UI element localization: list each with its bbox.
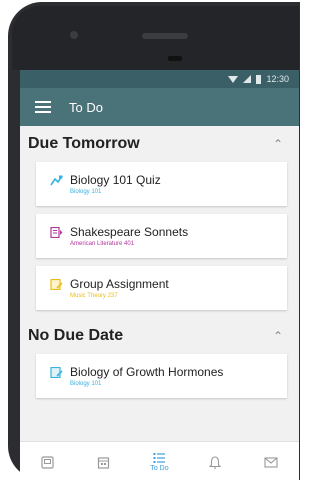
nav-dashboard[interactable] [20,455,76,469]
todo-item-title: Biology of Growth Hormones [70,365,224,379]
status-time: 12:30 [266,74,289,84]
todo-list-icon [153,453,165,463]
section-header[interactable]: Due Tomorrow ⌃ [28,126,287,162]
reading-icon [50,227,63,238]
todo-item-title: Group Assignment [70,277,169,291]
hamburger-menu-icon[interactable] [35,101,51,113]
section-title: No Due Date [28,327,124,344]
nav-calendar[interactable] [76,456,132,469]
bottom-navigation: To Do [20,441,299,482]
front-camera [70,31,78,39]
signal-icon [243,75,252,83]
earpiece [142,33,188,39]
todo-item-title: Shakespeare Sonnets [70,225,189,239]
status-bar: 12:30 [20,70,299,88]
nav-todo[interactable]: To Do [132,452,188,472]
todo-item[interactable]: Biology of Growth Hormones Biology 101 [36,354,287,398]
todo-item-course: Biology 101 [70,189,102,195]
todo-item-course: American Literature 401 [70,241,135,247]
app-bar-title: To Do [69,99,103,115]
quiz-icon [50,175,63,186]
todo-list: Due Tomorrow ⌃ Biology 101 Quiz Biology … [20,126,299,398]
bell-icon [209,455,222,469]
section-title: Due Tomorrow [28,135,140,152]
collapse-chevron-icon[interactable]: ⌃ [273,329,287,343]
todo-item-course: Biology 101 [70,381,102,387]
todo-item[interactable]: Biology 101 Quiz Biology 101 [36,162,287,206]
todo-item[interactable]: Group Assignment Music Theory 237 [36,266,287,310]
wifi-icon [228,76,239,83]
calendar-icon [98,456,110,469]
dashboard-icon [41,455,54,469]
proximity-sensor [168,56,182,61]
section-header[interactable]: No Due Date ⌃ [28,318,287,354]
todo-item-title: Biology 101 Quiz [70,173,161,187]
nav-inbox[interactable] [243,456,299,468]
collapse-chevron-icon[interactable]: ⌃ [273,137,287,151]
app-screen: 12:30 To Do Due Tomorrow ⌃ Biology 101 Q… [20,70,299,482]
inbox-icon [264,456,278,468]
assignment-icon [50,367,63,378]
nav-todo-label: To Do [150,465,169,472]
phone-top-bezel [12,6,299,70]
todo-item-course: Music Theory 237 [70,293,118,299]
assignment-icon [50,279,63,290]
nav-notifications[interactable] [187,455,243,469]
app-bar: To Do [20,88,299,126]
battery-icon [256,74,262,84]
todo-item[interactable]: Shakespeare Sonnets American Literature … [36,214,287,258]
